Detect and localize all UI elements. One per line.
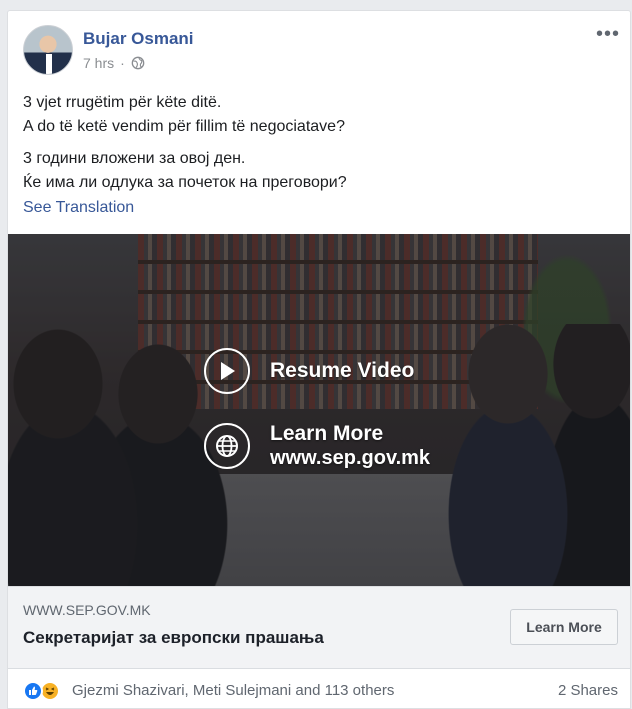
post-text-line: 3 vjet rrugëtim për këte ditë. (23, 94, 222, 111)
video-player[interactable]: Resume Video Learn More www.sep.gov.mk (8, 234, 630, 586)
post-text-line: Ќе има ли одлука за почеток на преговори… (23, 174, 347, 191)
post-text: 3 vjet rrugëtim për këte ditë. A do të k… (23, 91, 615, 203)
link-preview[interactable]: WWW.SEP.GOV.MK Секретаријат за европски … (8, 586, 630, 668)
learn-more-button[interactable]: Learn More (510, 609, 618, 645)
author-avatar[interactable] (23, 25, 73, 75)
shares-count[interactable]: 2 Shares (558, 682, 618, 699)
video-learn-more-label: Learn More (270, 422, 384, 445)
author-name[interactable]: Bujar Osmani (83, 29, 194, 49)
globe-icon[interactable] (131, 56, 145, 70)
meta-separator: · (120, 55, 125, 71)
see-translation-link[interactable]: See Translation (23, 199, 134, 217)
more-options-icon[interactable]: ••• (596, 24, 620, 44)
globe-icon (204, 423, 250, 469)
post-header: Bujar Osmani 7 hrs · ••• (23, 24, 620, 75)
reaction-icons[interactable] (23, 681, 63, 701)
post-card: Bujar Osmani 7 hrs · ••• 3 vjet rrugëtim… (7, 10, 631, 709)
reactions-bar: Gjezmi Shazivari, Meti Sulejmani and 113… (8, 668, 630, 708)
resume-video-label: Resume Video (270, 359, 415, 382)
post-time[interactable]: 7 hrs (83, 55, 114, 71)
reaction-names[interactable]: Gjezmi Shazivari, Meti Sulejmani and 113… (72, 682, 394, 699)
play-icon (204, 348, 250, 394)
haha-icon (40, 681, 60, 701)
post-meta: 7 hrs · (83, 55, 145, 71)
like-icon (23, 681, 43, 701)
post-text-line: A do të ketë vendim për fillim të negoci… (23, 118, 345, 135)
link-domain: WWW.SEP.GOV.MK (23, 602, 151, 618)
link-title[interactable]: Секретаријат за европски прашања (23, 628, 324, 648)
resume-video-button[interactable]: Resume Video (204, 348, 414, 394)
video-learn-more-url: www.sep.gov.mk (270, 447, 431, 469)
video-learn-more-button[interactable]: Learn More www.sep.gov.mk (204, 422, 430, 470)
post-text-line: 3 години вложени за овој ден. (23, 150, 246, 167)
